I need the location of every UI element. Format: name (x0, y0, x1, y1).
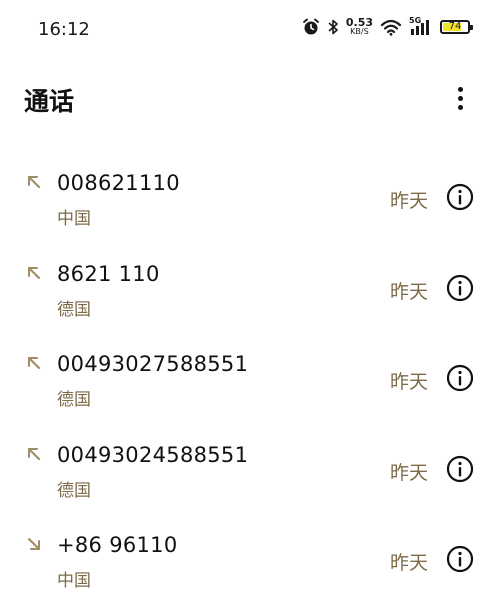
status-bar: 16:12 0.53 KB/S 5G 74 (0, 0, 500, 60)
call-time: 昨天 (390, 461, 429, 484)
outgoing-call-icon (28, 176, 40, 188)
outgoing-call-icon (28, 447, 40, 460)
call-log-list: 008621110 中国 昨天 8621 110 德国 昨天 004930275… (0, 150, 500, 603)
info-icon[interactable] (446, 364, 474, 392)
alarm-icon (302, 18, 319, 35)
call-location: 德国 (57, 299, 91, 320)
call-time: 昨天 (390, 190, 429, 212)
status-time: 16:12 (38, 19, 90, 40)
call-row[interactable]: 008621110 中国 昨天 (0, 150, 500, 241)
call-time: 昨天 (390, 371, 429, 393)
net-speed-value: 0.53 (345, 16, 373, 29)
call-number: 00493024588551 (57, 442, 249, 467)
battery-icon: 74 (440, 20, 473, 34)
call-number: 8621 110 (57, 261, 160, 286)
bluetooth-icon (328, 19, 338, 35)
incoming-call-icon (28, 538, 40, 550)
call-location: 德国 (57, 390, 91, 410)
net-speed-unit: KB/S (350, 27, 369, 36)
call-row[interactable]: +86 96110 中国 昨天 (0, 512, 500, 603)
call-number: +86 96110 (57, 533, 178, 557)
call-number: 008621110 (57, 171, 180, 195)
call-time: 昨天 (390, 552, 429, 574)
wifi-icon (380, 19, 402, 36)
more-options-button[interactable] (448, 82, 472, 114)
call-location: 中国 (57, 209, 91, 229)
more-vertical-icon (457, 86, 463, 92)
call-time: 昨天 (390, 280, 429, 303)
page-title: 通话 (24, 87, 75, 116)
signal-icon: 5G (409, 16, 433, 36)
call-row[interactable]: 00493024588551 德国 昨天 (0, 422, 500, 513)
battery-level: 74 (448, 21, 462, 32)
outgoing-call-icon (28, 357, 40, 369)
net-speed: 0.53 KB/S (345, 16, 373, 36)
call-row[interactable]: 8621 110 德国 昨天 (0, 241, 500, 332)
info-icon[interactable] (446, 545, 474, 573)
call-location: 德国 (57, 480, 91, 501)
info-icon[interactable] (446, 183, 474, 211)
info-icon[interactable] (446, 274, 474, 302)
info-icon[interactable] (446, 455, 474, 483)
call-location: 中国 (57, 571, 91, 591)
status-icons: 0.53 KB/S 5G 74 (302, 16, 473, 36)
call-row[interactable]: 00493027588551 德国 昨天 (0, 331, 500, 422)
outgoing-call-icon (28, 266, 40, 279)
call-number: 00493027588551 (57, 352, 249, 376)
